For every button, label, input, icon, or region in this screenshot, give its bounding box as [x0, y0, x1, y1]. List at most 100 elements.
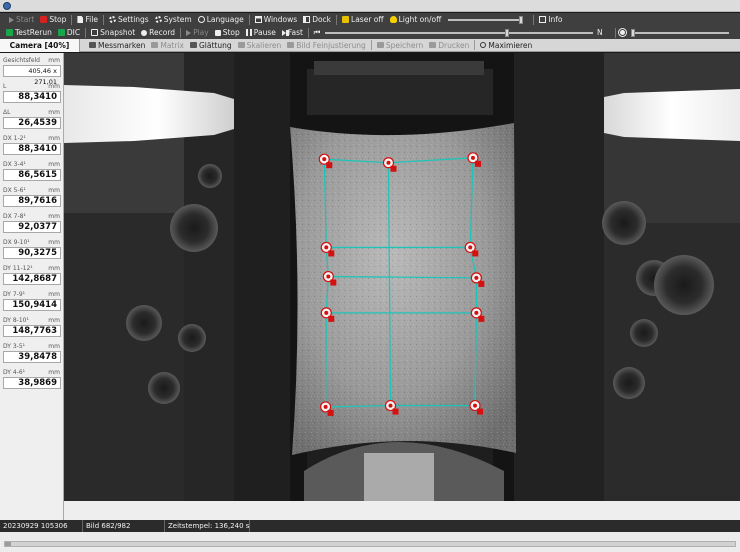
slider-thumb[interactable] [630, 28, 635, 37]
measurement-field: DY 8-10¹ mm 148,7763 [3, 316, 61, 337]
speichern-button[interactable]: Speichern [374, 39, 426, 51]
skalieren-button[interactable]: Skalieren [235, 39, 285, 51]
stop-icon [40, 16, 48, 23]
measurement-value: 26,4539 [3, 117, 61, 129]
play-icon [186, 29, 192, 36]
measurement-label: DX 9-10¹ mm [3, 239, 60, 246]
status-timestamp: 20230929 105306 [0, 520, 83, 532]
app-icon [3, 2, 11, 10]
pause-button[interactable]: Pause [243, 27, 279, 39]
fast-forward-icon [281, 29, 286, 36]
measurement-value: 89,7616 [3, 195, 61, 207]
window-titlebar [0, 0, 740, 12]
toolbar-separator [474, 40, 476, 50]
measurement-label: DX 5-6¹ mm [3, 187, 60, 194]
maximieren-button[interactable]: Maximieren [477, 39, 535, 51]
grid-line [324, 312, 327, 407]
laser-button[interactable]: Laser off [339, 14, 387, 26]
measurement-unit: mm [48, 291, 60, 298]
measurement-label: DY 3-5¹ mm [3, 343, 60, 350]
measurement-unit: mm [48, 109, 60, 116]
dock-button[interactable]: Dock [300, 14, 334, 26]
windows-menu[interactable]: Windows [252, 14, 300, 26]
stop-icon [214, 29, 221, 36]
measurement-field: DX 1-2¹ mm 88,3410 [3, 134, 61, 155]
measurement-field: DX 3-4¹ mm 86,5615 [3, 160, 61, 181]
measurement-label: DY 4-6¹ mm [3, 369, 60, 376]
camera-view[interactable] [64, 53, 740, 501]
brightness-slider[interactable] [630, 28, 729, 37]
language-menu[interactable]: Language [195, 14, 247, 26]
toolbar-separator [307, 27, 309, 38]
play-button[interactable]: Play [183, 27, 212, 39]
slider-track [630, 31, 729, 34]
toolbar-separator [71, 14, 73, 25]
camera-icon [91, 29, 99, 36]
messmarken-button[interactable]: Messmarken [86, 39, 148, 51]
measurement-label: Gesichtsfeld mm [3, 57, 60, 64]
fast-button[interactable]: Fast [279, 27, 306, 39]
measurement-label: DY 7-9¹ mm [3, 291, 60, 298]
scrollbar-knob[interactable] [5, 542, 11, 546]
light-slider[interactable] [448, 15, 524, 24]
testrerun-button[interactable]: TestRerun [3, 27, 55, 39]
measurement-field: DY 4-6¹ mm 38,9869 [3, 368, 61, 389]
gear-icon [154, 16, 162, 23]
glaettung-button[interactable]: Glättung [187, 39, 235, 51]
start-button[interactable]: Start [6, 14, 37, 26]
settings-menu[interactable]: Settings [106, 14, 152, 26]
measurement-field: ΔL mm 26,4539 [3, 108, 61, 129]
step-back-icon[interactable]: ⏮ [313, 28, 321, 38]
markers-icon [89, 42, 96, 48]
toolbar-separator [248, 14, 250, 25]
measurement-panel: Gesichtsfeld mm 405,46 x 271,01 Lmm 88,3410 Δ… [0, 53, 64, 520]
record-button[interactable]: Record [138, 27, 178, 39]
play-icon [9, 16, 14, 23]
measurement-field: DY 3-5¹ mm 39,8478 [3, 342, 61, 363]
measurement-unit: mm [48, 239, 60, 246]
measurement-label: DX 1-2¹ mm [3, 135, 60, 142]
measurement-unit: mm [48, 213, 60, 220]
print-icon [429, 42, 437, 48]
magnifier-icon [480, 42, 487, 48]
tab-camera[interactable]: Camera [40%] [0, 38, 80, 52]
dic-button[interactable]: DIC [55, 27, 83, 39]
matrix-button[interactable]: Matrix [148, 39, 187, 51]
toolbar-separator [180, 27, 182, 38]
file-menu[interactable]: File [74, 14, 101, 26]
record-icon [141, 29, 148, 36]
measurement-unit: mm [48, 369, 60, 376]
slider-thumb[interactable] [505, 28, 510, 37]
measurement-value: 88,3410 [3, 91, 61, 103]
scale-icon [237, 42, 245, 48]
drucken-button[interactable]: Drucken [426, 39, 472, 51]
timeline-scrollbar[interactable] [4, 541, 736, 547]
measurement-value: 150,9414 [3, 299, 61, 311]
stop-button[interactable]: Stop [37, 14, 69, 26]
measurement-value: 38,9869 [3, 377, 61, 389]
playback-position-slider[interactable] [324, 28, 593, 37]
capture-toolbar: TestRerun DIC Snapshot Record Play Stop … [0, 26, 740, 39]
step-forward-label[interactable]: N [597, 28, 607, 37]
system-menu[interactable]: System [152, 14, 195, 26]
info-icon [539, 16, 547, 23]
timeline-strip [0, 532, 740, 552]
measurement-value: 90,3275 [3, 247, 61, 259]
measurement-field: DY 7-9¹ mm 150,9414 [3, 290, 61, 311]
measurement-label: DX 7-8¹ mm [3, 213, 60, 220]
playback-stop-button[interactable]: Stop [212, 27, 243, 39]
snapshot-button[interactable]: Snapshot [88, 27, 138, 39]
status-zeitstempel: Zeitstempel: 136,240 s [165, 520, 250, 532]
measurement-label: DY 11-12¹ mm [3, 265, 60, 272]
light-button[interactable]: Light on/off [387, 14, 445, 26]
bild-feinjustierung-button[interactable]: Bild Feinjustierung [284, 39, 369, 51]
slider-thumb[interactable] [519, 15, 524, 24]
measurement-unit: mm [48, 187, 60, 194]
measurement-value: 39,8478 [3, 351, 61, 363]
file-icon [77, 16, 84, 23]
measurement-value: 86,5615 [3, 169, 61, 181]
laser-icon [342, 16, 350, 23]
info-button[interactable]: Info [536, 14, 565, 26]
panel-tab-row: Camera [40%] Messmarken Matrix Glättung … [0, 38, 740, 52]
smoothing-icon [189, 42, 197, 48]
